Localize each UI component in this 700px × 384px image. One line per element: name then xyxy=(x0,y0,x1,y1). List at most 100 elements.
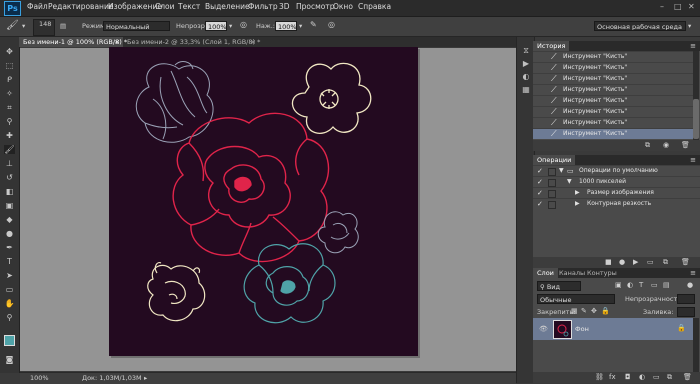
tab-paths[interactable]: Контуры xyxy=(583,268,621,278)
close-tab-icon[interactable]: × xyxy=(251,37,256,47)
layer-fill-field[interactable] xyxy=(677,307,695,317)
action-set-row[interactable]: ✓ ▼ ▭ Операции по умолчанию xyxy=(533,165,700,176)
dialog-toggle[interactable] xyxy=(548,168,556,176)
lock-all-icon[interactable]: 🔒 xyxy=(601,307,610,315)
lock-transparent-icon[interactable]: ▦ xyxy=(571,307,578,315)
history-item[interactable]: ⟋ Инструмент "Кисть" xyxy=(533,106,693,117)
flow-field[interactable]: 100% xyxy=(275,21,297,31)
workspace-select[interactable]: Основная рабочая среда xyxy=(594,21,686,31)
layer-opacity-field[interactable] xyxy=(677,294,695,304)
gradient-tool-icon[interactable]: ▣ xyxy=(4,201,15,210)
brush-preset-picker[interactable]: 148 xyxy=(33,19,55,36)
close-window-button[interactable]: ✕ xyxy=(688,2,695,11)
check-icon[interactable]: ✓ xyxy=(537,200,543,208)
marquee-tool-icon[interactable]: ⬚ xyxy=(4,61,15,70)
eraser-tool-icon[interactable]: ◧ xyxy=(4,187,15,196)
filter-adjust-icon[interactable]: ◐ xyxy=(627,281,633,289)
history-item[interactable]: ⟋ Инструмент "Кисть" xyxy=(533,117,693,128)
tab-document-1[interactable]: Без имени-1 @ 100% (RGB/8) * × xyxy=(19,37,127,47)
brush-panel-icon[interactable]: ▤ xyxy=(60,22,66,30)
move-tool-icon[interactable]: ✥ xyxy=(4,47,15,56)
path-select-tool-icon[interactable]: ➤ xyxy=(4,271,15,280)
hand-tool-icon[interactable]: ✋ xyxy=(4,299,15,308)
action-row[interactable]: ✓ ▼ 1000 пикселей xyxy=(533,176,700,187)
menu-image[interactable]: Изображение xyxy=(108,2,162,11)
healing-tool-icon[interactable]: ✚ xyxy=(4,131,15,140)
tool-preset-dropdown-icon[interactable]: ▾ xyxy=(22,22,25,30)
lock-position-icon[interactable]: ✥ xyxy=(591,307,597,315)
crop-tool-icon[interactable]: ⌗ xyxy=(4,103,15,112)
filter-toggle-icon[interactable]: ● xyxy=(687,281,693,289)
close-tab-icon[interactable]: × xyxy=(115,37,120,47)
actions-panel-icon[interactable]: ▶ xyxy=(521,59,531,69)
menu-filter[interactable]: Фильтр xyxy=(248,2,278,11)
history-item[interactable]: ⟋ Инструмент "Кисть" xyxy=(533,95,693,106)
collapse-triangle-icon[interactable]: ▶ xyxy=(575,200,580,207)
check-icon[interactable]: ✓ xyxy=(537,167,543,175)
dialog-toggle[interactable] xyxy=(548,201,556,209)
visibility-eye-icon[interactable]: 👁 xyxy=(539,325,548,333)
lock-pixels-icon[interactable]: ✎ xyxy=(581,307,587,315)
shape-tool-icon[interactable]: ▭ xyxy=(4,285,15,294)
history-scroll-thumb[interactable] xyxy=(693,99,699,139)
link-layers-icon[interactable]: ⛓ xyxy=(595,373,604,381)
history-item[interactable]: ⟋ Инструмент "Кисть" xyxy=(533,84,693,95)
pen-tool-icon[interactable]: ✒ xyxy=(4,243,15,252)
menu-select[interactable]: Выделение xyxy=(205,2,250,11)
color-panel-icon[interactable]: ◐ xyxy=(521,72,531,82)
pressure-opacity-icon[interactable]: ◎ xyxy=(240,20,247,29)
adjustment-layer-icon[interactable]: ◐ xyxy=(639,373,645,381)
tab-document-2[interactable]: Без имени-2 @ 33,3% (Слой 1, RGB/8) * × xyxy=(123,37,260,47)
history-item[interactable]: ⟋ Инструмент "Кисть" xyxy=(533,128,693,139)
check-icon[interactable]: ✓ xyxy=(537,189,543,197)
filter-type-icon[interactable]: T xyxy=(639,281,643,289)
layer-style-icon[interactable]: fx xyxy=(609,373,616,381)
opacity-dropdown-icon[interactable]: ▾ xyxy=(229,22,232,30)
new-layer-icon[interactable]: ⧉ xyxy=(667,373,672,382)
menu-edit[interactable]: Редактирование xyxy=(48,2,113,11)
expand-triangle-icon[interactable]: ▼ xyxy=(567,178,572,185)
collapse-triangle-icon[interactable]: ▶ xyxy=(575,189,580,196)
record-icon[interactable]: ● xyxy=(619,258,625,266)
layer-kind-filter[interactable]: ⚲ Вид xyxy=(537,281,581,291)
layer-row-background[interactable]: 👁 Фон 🔒 xyxy=(533,318,693,340)
opacity-field[interactable]: 100% xyxy=(205,21,227,31)
airbrush-icon[interactable]: ✎ xyxy=(310,20,317,29)
history-panel-icon[interactable]: ⧖ xyxy=(521,46,531,56)
history-brush-tool-icon[interactable]: ↺ xyxy=(4,173,15,182)
action-step-row[interactable]: ✓ ▶ Контурная резкость xyxy=(533,198,700,209)
new-action-icon[interactable]: ⧉ xyxy=(663,258,668,267)
menu-layers[interactable]: Слои xyxy=(155,2,175,11)
blur-tool-icon[interactable]: ◆ xyxy=(4,215,15,224)
brush-tool-icon[interactable]: 🖌 xyxy=(4,145,15,154)
status-menu-icon[interactable]: ▸ xyxy=(144,374,147,382)
dialog-toggle[interactable] xyxy=(548,179,556,187)
history-scrollbar[interactable] xyxy=(693,51,699,140)
blend-mode-select[interactable]: Обычные xyxy=(537,294,615,304)
panel-menu-icon[interactable]: ≡ xyxy=(690,42,696,50)
history-item[interactable]: ⟋ Инструмент "Кисть" xyxy=(533,62,693,73)
mode-select[interactable]: Нормальный xyxy=(103,21,170,31)
filter-pixel-icon[interactable]: ▣ xyxy=(615,281,622,289)
action-step-row[interactable]: ✓ ▶ Размер изображения xyxy=(533,187,700,198)
new-set-icon[interactable]: ▭ xyxy=(647,258,654,266)
history-item[interactable]: ⟋ Инструмент "Кисть" xyxy=(533,51,693,62)
trash-icon[interactable]: 🗑 xyxy=(683,373,692,381)
filter-shape-icon[interactable]: ▭ xyxy=(651,281,658,289)
menu-window[interactable]: Окно xyxy=(333,2,353,11)
stop-icon[interactable]: ■ xyxy=(605,258,612,266)
history-item[interactable]: ⟋ Инструмент "Кисть" xyxy=(533,73,693,84)
tab-actions[interactable]: Операции xyxy=(533,155,576,165)
menu-file[interactable]: Файл xyxy=(27,2,48,11)
flow-dropdown-icon[interactable]: ▾ xyxy=(299,22,302,30)
swatches-panel-icon[interactable]: ▦ xyxy=(521,85,531,95)
new-group-icon[interactable]: ▭ xyxy=(653,373,660,381)
zoom-tool-icon[interactable]: ⚲ xyxy=(4,313,15,322)
trash-icon[interactable]: 🗑 xyxy=(681,141,690,149)
lasso-tool-icon[interactable]: ᑭ xyxy=(4,75,15,84)
trash-icon[interactable]: 🗑 xyxy=(681,258,690,266)
expand-triangle-icon[interactable]: ▼ xyxy=(559,167,564,174)
pressure-size-icon[interactable]: ◎ xyxy=(328,20,335,29)
play-icon[interactable]: ▶ xyxy=(633,258,638,266)
menu-3d[interactable]: 3D xyxy=(279,2,290,11)
